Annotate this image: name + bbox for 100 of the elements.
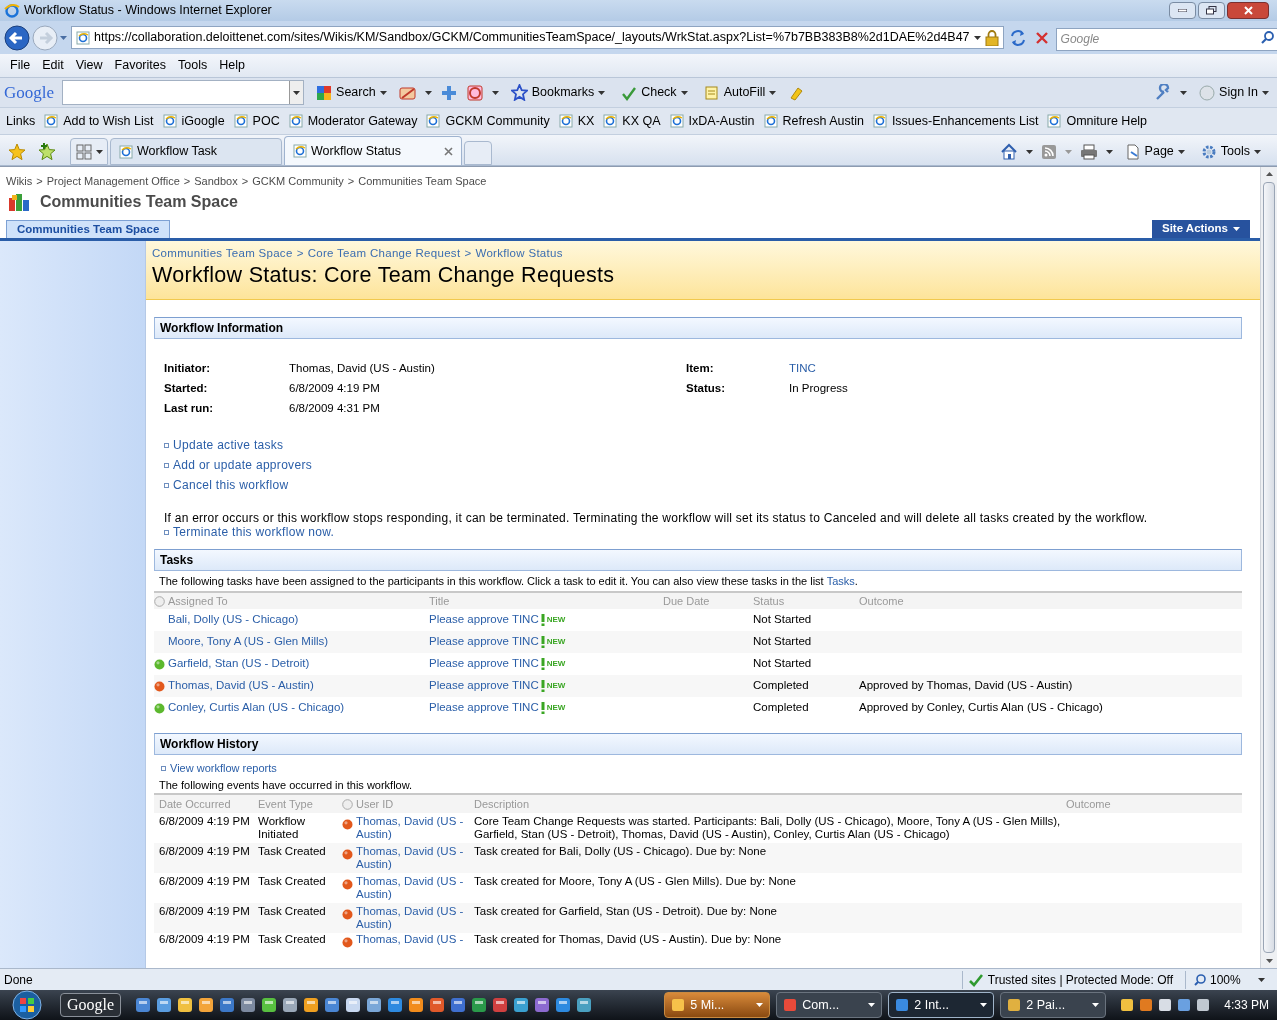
- breadcrumb-link[interactable]: Wikis: [6, 172, 33, 189]
- page-icon: [558, 114, 573, 128]
- terminate-link[interactable]: Terminate this workflow now.: [173, 523, 335, 541]
- item-link[interactable]: TINC: [789, 360, 816, 378]
- favorite-link[interactable]: Moderator Gateway: [288, 111, 418, 131]
- menu-item[interactable]: Edit: [36, 56, 70, 75]
- task-link[interactable]: Please approve TINC: [429, 677, 539, 695]
- favorite-link[interactable]: POC: [233, 111, 280, 131]
- favorite-link[interactable]: KX: [558, 111, 595, 131]
- favorite-link[interactable]: IxDA-Austin: [669, 111, 755, 131]
- assignee-link[interactable]: Bali, Dolly (US - Chicago): [168, 611, 299, 629]
- task-link[interactable]: Please approve TINC: [429, 655, 539, 673]
- action-link[interactable]: Cancel this workflow: [173, 476, 289, 494]
- breadcrumb-link[interactable]: Communities Team Space: [358, 172, 487, 189]
- menu-item[interactable]: Help: [213, 56, 251, 75]
- assignee-link[interactable]: Garfield, Stan (US - Detroit): [168, 655, 310, 673]
- new-exclamation-icon: [540, 658, 545, 670]
- action-link[interactable]: Add or update approvers: [173, 456, 312, 474]
- lock-icon: [984, 29, 999, 46]
- task-link[interactable]: Please approve TINC: [429, 611, 539, 629]
- user-link[interactable]: Thomas, David (US - Austin): [356, 905, 466, 931]
- taskbar-button[interactable]: 5 Mi...: [664, 992, 771, 1018]
- dropdown-caret-icon: [491, 90, 499, 95]
- sign-in-button[interactable]: Sign In: [1195, 83, 1273, 102]
- close-tab-icon: [444, 146, 453, 156]
- menu-item[interactable]: File: [4, 56, 37, 75]
- section-heading: Workflow History: [154, 733, 1242, 755]
- bookmarks-button[interactable]: Bookmarks: [506, 83, 610, 102]
- taskbar-button[interactable]: 2 Pai...: [1000, 992, 1107, 1018]
- assignee-link[interactable]: Thomas, David (US - Austin): [168, 677, 314, 695]
- tools-menu-button[interactable]: Tools: [1196, 142, 1265, 161]
- section-heading: Workflow Information: [154, 317, 1242, 339]
- assignee-link[interactable]: Moore, Tony A (US - Glen Mills): [168, 633, 329, 651]
- description-cell-text: Task created for Garfield, Stan (US - Detroit). Due by: None: [474, 905, 778, 918]
- assignee-link[interactable]: Conley, Curtis Alan (US - Chicago): [168, 699, 345, 717]
- task-link[interactable]: Please approve TINC: [429, 699, 539, 717]
- page-menu-button[interactable]: Page: [1120, 142, 1189, 161]
- quick-launch-icon: [156, 997, 173, 1013]
- field-label: Started:: [164, 381, 209, 397]
- search-button[interactable]: Search: [312, 83, 391, 102]
- breadcrumb-link[interactable]: GCKM Community: [252, 172, 344, 189]
- top-nav-tab[interactable]: Communities Team Space: [6, 220, 171, 238]
- dropdown-caret-icon: [60, 35, 67, 40]
- page-icon: [669, 114, 684, 128]
- quick-launch-icon: [576, 997, 593, 1013]
- autofill-button[interactable]: AutoFill: [699, 83, 781, 102]
- page-icon: [603, 114, 618, 128]
- favorite-link[interactable]: KX QA: [603, 111, 661, 131]
- links-label: Links: [6, 112, 36, 130]
- menu-item[interactable]: Favorites: [108, 56, 172, 75]
- taskbar-button[interactable]: 2 Int...: [888, 992, 995, 1018]
- favorite-link[interactable]: Omniture Help: [1047, 111, 1148, 131]
- menu-item[interactable]: View: [69, 56, 109, 75]
- field-label: Status:: [686, 381, 726, 397]
- quick-tabs-button[interactable]: [70, 138, 108, 165]
- browser-tab[interactable]: Workflow Status: [284, 136, 462, 165]
- breadcrumb-link[interactable]: Communities Team Space: [152, 245, 293, 263]
- dropdown-caret-icon: [973, 35, 981, 40]
- description-cell-text: Task created for Moore, Tony A (US - Glen Mills). Due by: None: [474, 875, 797, 888]
- action-link[interactable]: Update active tasks: [173, 436, 284, 454]
- address-field[interactable]: https://collaboration.deloittenet.com/sites/Wikis/KM/Sandbox/GCKM/CommunitiesTeamSpace/_layouts/WrkStat.aspx?List=%7b7BB383B8%2d1DAE%2d4B47: [71, 26, 1004, 49]
- description-cell-text: Task created for Thomas, David (US - Austin). Due by: None: [474, 933, 783, 946]
- breadcrumb-link[interactable]: Core Team Change Request: [307, 245, 461, 263]
- taskbar-button[interactable]: Com...: [776, 992, 883, 1018]
- favorite-link[interactable]: Add to Wish List: [44, 111, 154, 131]
- dropdown-caret-icon: [868, 1003, 876, 1007]
- restore-button[interactable]: [1198, 2, 1225, 19]
- search-field[interactable]: Google: [1055, 27, 1277, 51]
- quick-launch-icon: [219, 997, 236, 1013]
- site-actions-button[interactable]: Site Actions: [1151, 220, 1250, 238]
- favorite-link[interactable]: Issues-Enhancements List: [872, 111, 1039, 131]
- presence-icon: [342, 937, 353, 948]
- zoom-button[interactable]: 100%: [1185, 970, 1273, 989]
- browser-tab[interactable]: Workflow Task: [110, 138, 282, 165]
- google-logo: Google: [4, 81, 55, 104]
- reports-link[interactable]: View workflow reports: [170, 759, 277, 777]
- section-heading: Tasks: [154, 549, 1242, 571]
- favorite-link[interactable]: iGoogle: [162, 111, 225, 131]
- taskbar-search-field[interactable]: Google: [60, 993, 122, 1017]
- favorite-link[interactable]: Refresh Austin: [763, 111, 864, 131]
- menu-item[interactable]: Tools: [172, 56, 214, 75]
- user-link[interactable]: Thomas, David (US - Austin): [356, 815, 466, 841]
- add-favorite-icon: [38, 142, 56, 161]
- field-label: Item:: [686, 361, 715, 377]
- new-tab-button[interactable]: [464, 141, 492, 165]
- task-link[interactable]: Please approve TINC: [429, 633, 539, 651]
- tasks-list-link[interactable]: Tasks: [826, 572, 855, 590]
- favorite-link[interactable]: GCKM Community: [426, 111, 550, 131]
- browser-logo-icon: [4, 2, 20, 19]
- user-link[interactable]: Thomas, David (US - Austin): [356, 845, 466, 871]
- dropdown-caret-icon: [980, 1003, 988, 1007]
- close-button[interactable]: [1227, 2, 1269, 19]
- google-search-field[interactable]: [62, 80, 305, 105]
- breadcrumb-link[interactable]: Sandbox: [194, 172, 238, 189]
- breadcrumb-link[interactable]: Workflow Status: [475, 245, 563, 263]
- check-button[interactable]: Check: [617, 83, 692, 102]
- vertical-scrollbar[interactable]: [1260, 167, 1277, 968]
- user-link[interactable]: Thomas, David (US - Austin): [356, 875, 466, 901]
- user-link[interactable]: Thomas, David (US -: [356, 933, 466, 946]
- breadcrumb-link[interactable]: Project Management Office: [46, 172, 180, 189]
